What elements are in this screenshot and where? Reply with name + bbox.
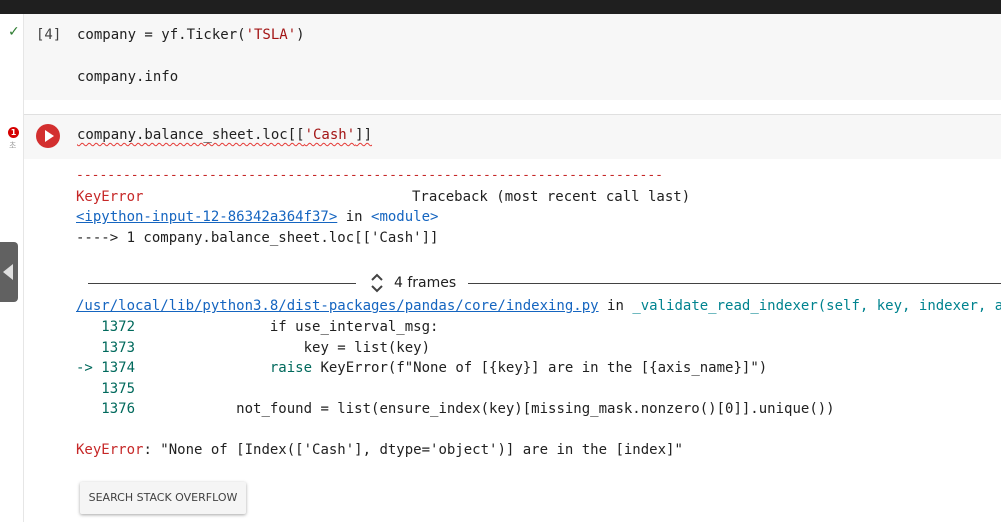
line-number: 1373 <box>101 339 136 356</box>
ipython-input-link[interactable]: <ipython-input-12-86342a364f37> <box>76 209 337 225</box>
line-number: 1375 <box>101 380 136 397</box>
cell1-code-line-1[interactable]: company = yf.Ticker('TSLA') <box>77 27 305 43</box>
source-code: raise KeyError(f"None of [{key}] are in … <box>269 360 768 376</box>
final-error-name: KeyError <box>76 442 144 458</box>
current-line-marker <box>76 401 101 417</box>
code-text: ) <box>296 27 305 43</box>
play-icon <box>45 130 54 142</box>
code-text: company = yf.Ticker( <box>77 27 246 43</box>
chevron-left-icon <box>3 264 13 280</box>
final-error-line: KeyError: "None of [Index(['Cash'], dtyp… <box>76 442 683 458</box>
traceback-input-line: <ipython-input-12-86342a364f37> in <modu… <box>76 209 438 225</box>
run-cell-button[interactable] <box>36 124 60 148</box>
source-line: 1375 <box>76 381 135 397</box>
current-line-marker: -> <box>76 360 102 376</box>
source-line: 1372 if use_interval_msg: <box>76 319 438 335</box>
line-number: 1376 <box>101 401 136 417</box>
module-label: <module> <box>371 209 439 225</box>
frames-toggle[interactable]: 4 frames <box>368 272 456 294</box>
frames-divider-left <box>88 283 356 284</box>
traceback-file-line: /usr/local/lib/python3.8/dist-packages/p… <box>76 298 1001 314</box>
top-bar <box>0 0 1001 14</box>
function-signature: _validate_read_indexer(self, key, indexe… <box>632 298 1001 314</box>
file-path-link[interactable]: /usr/local/lib/python3.8/dist-packages/p… <box>76 298 599 314</box>
check-icon: ✓ <box>8 24 20 40</box>
code-with-error-underline: company.balance_sheet.loc[['Cash']] <box>77 127 372 143</box>
error-time-label: 초 <box>9 141 17 150</box>
sidebar-collapse-handle[interactable] <box>0 242 18 302</box>
cell1-code-line-2[interactable]: company.info <box>77 69 178 85</box>
in-text: in <box>337 209 372 225</box>
code-text: ]] <box>355 127 373 143</box>
string-literal: 'Cash' <box>304 127 356 143</box>
source-line: 1373 key = list(key) <box>76 340 430 356</box>
traceback-separator: ----------------------------------------… <box>76 168 663 183</box>
traceback-arrow-line: ----> 1 company.balance_sheet.loc[['Cash… <box>76 230 439 246</box>
source-line: -> 1374 raise KeyError(f"None of [{key}]… <box>76 360 767 376</box>
error-badge: 1 <box>8 127 19 138</box>
current-line-marker <box>76 381 101 397</box>
final-error-message: : "None of [Index(['Cash'], dtype='objec… <box>143 442 683 458</box>
line-number: 1372 <box>101 319 136 335</box>
current-line-marker <box>76 340 101 356</box>
current-line-marker <box>76 319 101 335</box>
source-code: if use_interval_msg: <box>135 319 439 335</box>
frames-label: 4 frames <box>394 275 457 291</box>
execution-count: [4] <box>36 27 62 43</box>
expand-collapse-icon <box>371 273 383 293</box>
error-name: KeyError <box>76 189 144 205</box>
source-line: 1376 not_found = list(ensure_index(key)[… <box>76 401 835 417</box>
search-stack-overflow-button[interactable]: SEARCH STACK OVERFLOW <box>80 482 246 514</box>
line-number: 1374 <box>101 360 136 376</box>
cell2-code-line[interactable]: company.balance_sheet.loc[['Cash']] <box>77 127 372 143</box>
traceback-header: Traceback (most recent call last) <box>412 189 691 205</box>
source-code: not_found = list(ensure_index(key)[missi… <box>135 401 835 417</box>
code-text: company.balance_sheet.loc[[ <box>77 127 305 143</box>
frames-divider-right <box>468 283 1001 284</box>
string-literal: 'TSLA' <box>245 27 297 43</box>
source-code: key = list(key) <box>135 339 431 356</box>
in-text: in <box>598 298 633 314</box>
